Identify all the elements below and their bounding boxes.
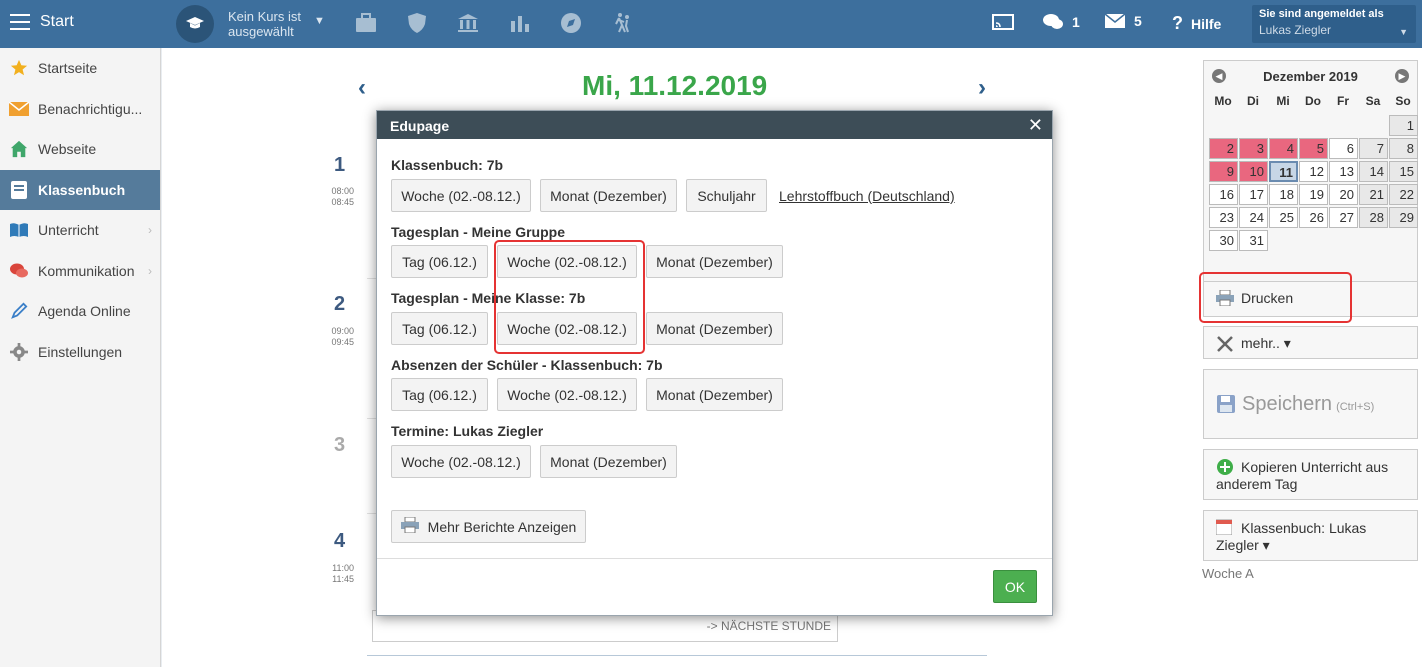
section-title: Termine: Lukas Ziegler xyxy=(391,423,544,439)
absenzen-woche-button[interactable]: Woche (02.-08.12.) xyxy=(497,378,637,411)
ok-button[interactable]: OK xyxy=(993,570,1037,603)
klassenbuch-schuljahr-button[interactable]: Schuljahr xyxy=(686,179,767,212)
close-icon[interactable]: ✕ xyxy=(1028,115,1043,136)
dialog-title: Edupage xyxy=(390,118,450,134)
lehrstoffbuch-link[interactable]: Lehrstoffbuch (Deutschland) xyxy=(779,188,955,204)
klasse-monat-button[interactable]: Monat (Dezember) xyxy=(646,312,783,345)
termine-monat-button[interactable]: Monat (Dezember) xyxy=(540,445,677,478)
gruppe-monat-button[interactable]: Monat (Dezember) xyxy=(646,245,783,278)
section-title: Absenzen der Schüler - Klassenbuch: 7b xyxy=(391,357,663,373)
absenzen-tag-button[interactable]: Tag (06.12.) xyxy=(391,378,488,411)
gruppe-tag-button[interactable]: Tag (06.12.) xyxy=(391,245,488,278)
klasse-tag-button[interactable]: Tag (06.12.) xyxy=(391,312,488,345)
more-reports-button[interactable]: Mehr Berichte Anzeigen xyxy=(391,510,586,543)
absenzen-monat-button[interactable]: Monat (Dezember) xyxy=(646,378,783,411)
klassenbuch-woche-button[interactable]: Woche (02.-08.12.) xyxy=(391,179,531,212)
section-title: Tagesplan - Meine Gruppe xyxy=(391,224,565,240)
print-dialog: Edupage ✕ Klassenbuch: 7b Woche (02.-08.… xyxy=(376,110,1053,616)
printer-icon xyxy=(400,516,419,536)
section-title: Klassenbuch: 7b xyxy=(391,157,504,173)
dialog-header: Edupage ✕ xyxy=(377,111,1052,139)
termine-woche-button[interactable]: Woche (02.-08.12.) xyxy=(391,445,531,478)
klassenbuch-monat-button[interactable]: Monat (Dezember) xyxy=(540,179,677,212)
highlight-frame xyxy=(494,240,645,354)
divider xyxy=(377,558,1052,559)
